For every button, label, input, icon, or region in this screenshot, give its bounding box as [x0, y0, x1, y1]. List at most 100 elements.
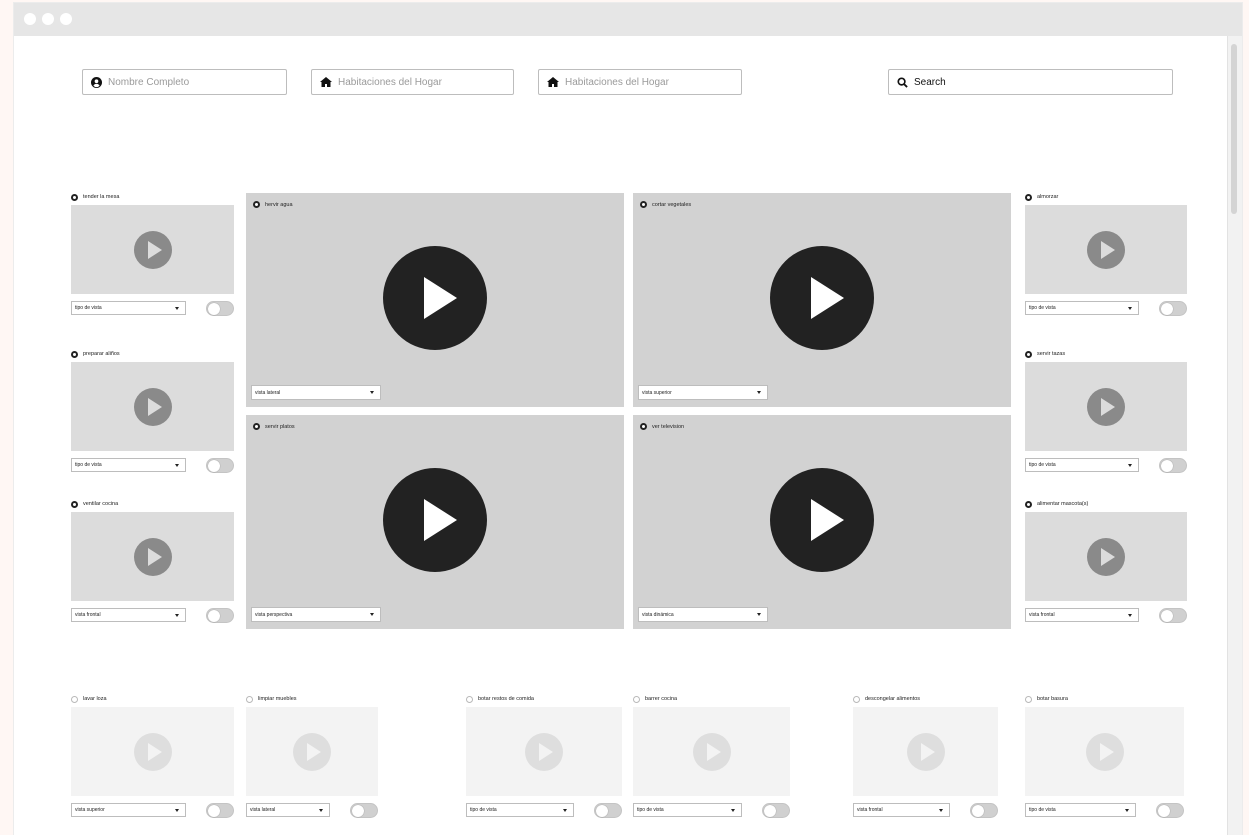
large-video-card[interactable]: ver television vista dinámica [633, 415, 1011, 629]
view-type-select[interactable]: tipo de vista [1025, 458, 1139, 472]
scrollbar-thumb[interactable] [1231, 44, 1237, 214]
play-icon[interactable] [525, 732, 563, 771]
select-radio[interactable] [71, 695, 78, 703]
play-icon[interactable] [133, 387, 172, 426]
select-radio[interactable] [71, 350, 78, 358]
view-type-select[interactable]: vista dinámica [638, 607, 768, 622]
select-radio[interactable] [466, 695, 473, 703]
select-radio[interactable] [640, 423, 647, 430]
select-radio[interactable] [1025, 193, 1032, 201]
view-toggle[interactable] [206, 608, 234, 623]
play-icon[interactable] [1085, 732, 1124, 771]
video-thumbnail[interactable] [246, 707, 378, 796]
select-radio[interactable] [640, 201, 647, 208]
view-toggle[interactable] [1156, 803, 1184, 818]
select-radio[interactable] [1025, 500, 1032, 508]
play-icon[interactable] [133, 230, 172, 269]
select-radio[interactable] [246, 695, 253, 703]
play-icon[interactable] [1087, 537, 1125, 576]
play-icon[interactable] [770, 468, 874, 572]
view-type-select[interactable]: vista lateral [251, 385, 381, 400]
select-radio[interactable] [853, 695, 860, 703]
chevron-down-icon [175, 307, 179, 310]
play-icon[interactable] [133, 732, 172, 771]
view-toggle[interactable] [1159, 458, 1187, 473]
video-card[interactable]: ventilar cocina vista frontal [71, 498, 264, 628]
select-radio[interactable] [1025, 695, 1032, 703]
view-toggle[interactable] [762, 803, 790, 818]
video-title: almorzar [1037, 194, 1059, 200]
play-icon[interactable] [1087, 387, 1125, 426]
video-card[interactable]: alimentar mascota(s) vista frontal [1025, 498, 1217, 628]
video-thumbnail[interactable] [71, 205, 234, 294]
select-radio[interactable] [633, 695, 640, 703]
video-card[interactable]: preparar aliños tipo de vista [71, 348, 264, 478]
full-name-input[interactable]: Nombre Completo [82, 69, 287, 95]
large-video-card[interactable]: hervir agua vista lateral [246, 193, 624, 407]
play-icon[interactable] [692, 732, 731, 771]
video-thumbnail[interactable] [71, 512, 234, 601]
play-icon[interactable] [133, 537, 172, 576]
view-toggle[interactable] [970, 803, 998, 818]
play-icon[interactable] [1087, 230, 1125, 269]
view-toggle[interactable] [206, 803, 234, 818]
play-icon[interactable] [293, 732, 331, 771]
view-type-select[interactable]: vista perspectiva [251, 607, 381, 622]
video-thumbnail[interactable] [1025, 512, 1187, 601]
window-minimize-dot[interactable] [42, 13, 54, 25]
video-thumbnail[interactable] [1025, 205, 1187, 294]
video-card[interactable]: barrer cocina tipo de vista [633, 693, 820, 823]
view-type-select[interactable]: tipo de vista [71, 301, 186, 315]
large-video-card[interactable]: servir platos vista perspectiva [246, 415, 624, 629]
window-maximize-dot[interactable] [60, 13, 72, 25]
play-icon[interactable] [906, 732, 945, 771]
view-type-select[interactable]: vista superior [71, 803, 186, 817]
select-radio[interactable] [71, 193, 78, 201]
video-card[interactable]: tender la mesa tipo de vista [71, 191, 264, 321]
select-radio[interactable] [1025, 350, 1032, 358]
large-video-card[interactable]: cortar vegetales vista superior [633, 193, 1011, 407]
video-card[interactable]: descongelar alimentos vista frontal [853, 693, 1028, 823]
play-icon[interactable] [383, 468, 487, 572]
view-type-select[interactable]: tipo de vista [71, 458, 186, 472]
video-thumbnail[interactable] [71, 707, 234, 796]
video-thumbnail[interactable] [466, 707, 622, 796]
view-toggle[interactable] [350, 803, 378, 818]
video-thumbnail[interactable] [1025, 707, 1184, 796]
video-card[interactable]: botar restos de comida tipo de vista [466, 693, 652, 823]
video-thumbnail[interactable] [1025, 362, 1187, 451]
search-input[interactable]: Search [888, 69, 1173, 95]
view-toggle[interactable] [1159, 301, 1187, 316]
window-close-dot[interactable] [24, 13, 36, 25]
select-radio[interactable] [253, 201, 260, 208]
user-circle-icon [91, 76, 102, 88]
video-card[interactable]: almorzar tipo de vista [1025, 191, 1217, 321]
play-icon[interactable] [383, 246, 487, 350]
view-toggle[interactable] [206, 301, 234, 316]
rooms-input-1[interactable]: Habitaciones del Hogar [311, 69, 514, 95]
view-toggle[interactable] [1159, 608, 1187, 623]
view-type-select[interactable]: vista frontal [1025, 608, 1139, 622]
select-radio[interactable] [253, 423, 260, 430]
view-toggle[interactable] [206, 458, 234, 473]
video-thumbnail[interactable] [633, 707, 790, 796]
rooms-input-2[interactable]: Habitaciones del Hogar [538, 69, 742, 95]
video-card[interactable]: lavar loza vista superior [71, 693, 264, 823]
view-type-select[interactable]: tipo de vista [633, 803, 742, 817]
vertical-scrollbar[interactable] [1227, 36, 1242, 835]
view-type-select[interactable]: tipo de vista [1025, 803, 1136, 817]
play-icon[interactable] [770, 246, 874, 350]
video-thumbnail[interactable] [71, 362, 234, 451]
video-card[interactable]: limpiar muebles vista lateral [246, 693, 408, 823]
video-card[interactable]: botar basura tipo de vista [1025, 693, 1214, 823]
view-type-select[interactable]: vista frontal [853, 803, 950, 817]
view-type-select[interactable]: vista frontal [71, 608, 186, 622]
view-type-select[interactable]: tipo de vista [1025, 301, 1139, 315]
view-type-select[interactable]: vista superior [638, 385, 768, 400]
view-type-select[interactable]: vista lateral [246, 803, 330, 817]
video-thumbnail[interactable] [853, 707, 998, 796]
video-card[interactable]: servir tazas tipo de vista [1025, 348, 1217, 478]
view-toggle[interactable] [594, 803, 622, 818]
view-type-select[interactable]: tipo de vista [466, 803, 574, 817]
select-radio[interactable] [71, 500, 78, 508]
